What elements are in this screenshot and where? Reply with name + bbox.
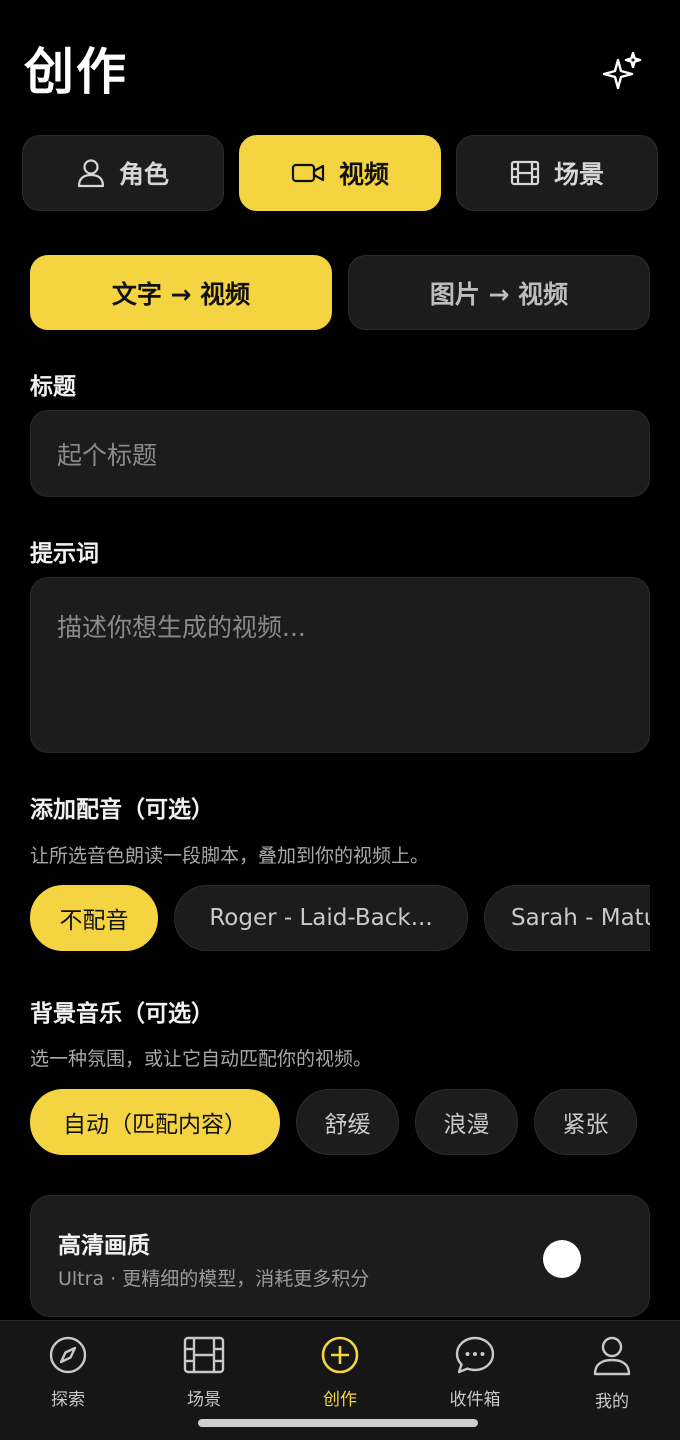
nav-profile[interactable]: 我的: [557, 1335, 667, 1415]
mode-tabs: 文字 → 视频 图片 → 视频: [30, 255, 650, 330]
person-icon: [592, 1335, 632, 1381]
nav-scene[interactable]: 场景: [149, 1335, 259, 1415]
voice-chip-none[interactable]: 不配音: [30, 885, 158, 951]
video-camera-icon: [291, 162, 325, 184]
music-description: 选一种氛围，或让它自动匹配你的视频。: [30, 1048, 373, 1070]
tab-scene-label: 场景: [553, 160, 604, 189]
nav-create[interactable]: 创作: [285, 1335, 395, 1415]
music-options: 自动（匹配内容） 舒缓 浪漫 紧张: [30, 1089, 637, 1155]
chat-bubble-icon: [454, 1335, 496, 1379]
header: 创作: [0, 0, 680, 130]
voice-description: 让所选音色朗读一段脚本，叠加到你的视频上。: [30, 845, 430, 867]
hd-description: Ultra · 更精细的模型，消耗更多积分: [58, 1268, 370, 1290]
tab-video[interactable]: 视频: [239, 135, 441, 211]
sparkle-icon[interactable]: [596, 48, 648, 96]
person-icon: [77, 158, 105, 188]
music-chip-auto[interactable]: 自动（匹配内容）: [30, 1089, 280, 1155]
music-chip-soothing[interactable]: 舒缓: [296, 1089, 399, 1155]
film-icon: [183, 1335, 225, 1379]
prompt-label: 提示词: [30, 541, 99, 567]
hd-quality-card: 高清画质 Ultra · 更精细的模型，消耗更多积分: [30, 1195, 650, 1317]
prompt-placeholder: 描述你想生成的视频...: [57, 613, 306, 642]
tab-video-label: 视频: [338, 160, 389, 189]
music-chip-tense[interactable]: 紧张: [534, 1089, 637, 1155]
voice-options: 不配音 Roger - Laid-Back... Sarah - Matu: [30, 885, 650, 951]
title-label: 标题: [30, 374, 76, 400]
hd-toggle[interactable]: [543, 1240, 581, 1278]
nav-profile-label: 我的: [595, 1392, 629, 1412]
tab-scene[interactable]: 场景: [456, 135, 658, 211]
music-label: 背景音乐（可选）: [30, 1001, 214, 1027]
page-title: 创作: [24, 43, 128, 101]
voice-chip-roger[interactable]: Roger - Laid-Back...: [174, 885, 468, 951]
mode-image-to-video[interactable]: 图片 → 视频: [348, 255, 650, 330]
title-input[interactable]: 起个标题: [30, 410, 650, 497]
tab-role-label: 角色: [118, 160, 169, 189]
nav-create-label: 创作: [323, 1390, 357, 1410]
nav-explore-label: 探索: [51, 1390, 85, 1410]
nav-explore[interactable]: 探索: [13, 1335, 123, 1415]
nav-scene-label: 场景: [187, 1390, 221, 1410]
hd-title: 高清画质: [58, 1233, 150, 1259]
type-tabs: 角色 视频 场景: [22, 135, 658, 211]
title-placeholder: 起个标题: [57, 440, 158, 470]
voice-label: 添加配音（可选）: [30, 797, 214, 823]
tab-role[interactable]: 角色: [22, 135, 224, 211]
voice-chip-sarah[interactable]: Sarah - Matu: [484, 885, 650, 951]
nav-inbox[interactable]: 收件箱: [420, 1335, 530, 1415]
nav-inbox-label: 收件箱: [449, 1390, 501, 1410]
mode-text-to-video[interactable]: 文字 → 视频: [30, 255, 332, 330]
prompt-input[interactable]: 描述你想生成的视频...: [30, 577, 650, 753]
film-icon: [510, 160, 540, 186]
compass-icon: [48, 1335, 88, 1379]
music-chip-romantic[interactable]: 浪漫: [415, 1089, 518, 1155]
home-indicator[interactable]: [198, 1419, 478, 1427]
plus-circle-icon: [320, 1335, 360, 1379]
